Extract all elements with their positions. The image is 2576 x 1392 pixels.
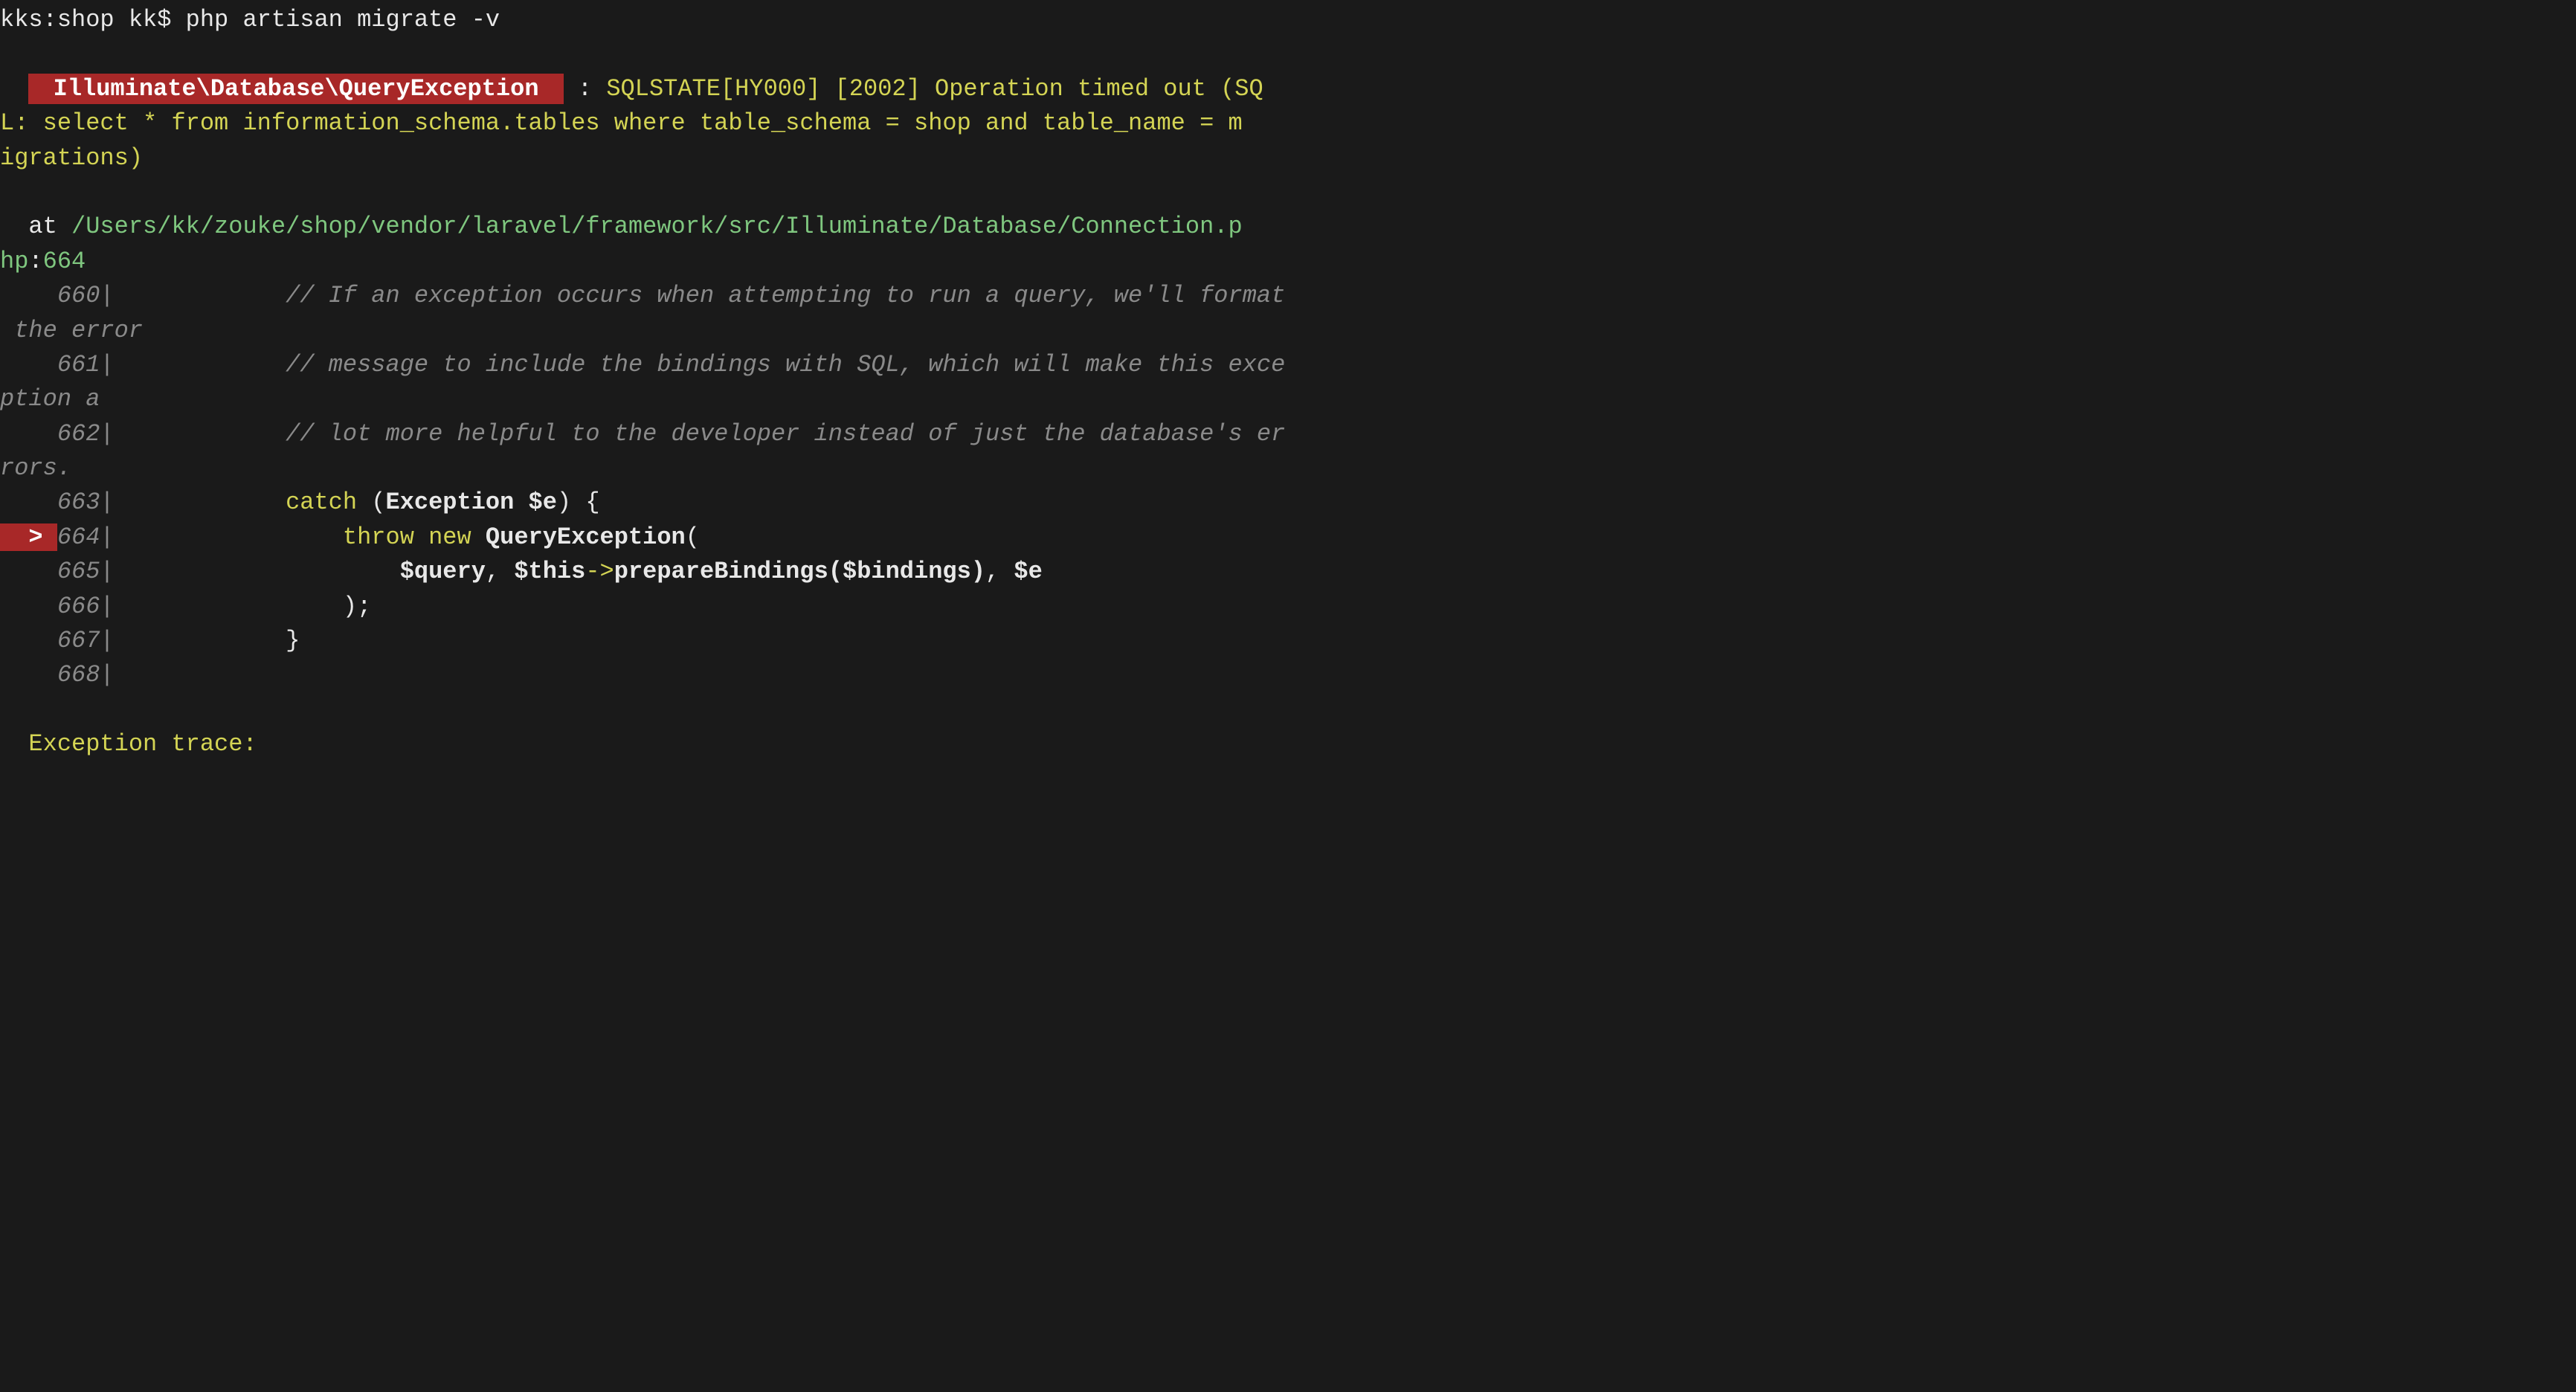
variable: $e	[1014, 558, 1042, 585]
exception-class: QueryException	[486, 523, 686, 551]
source-line-666: 666| );	[0, 590, 2576, 624]
source-line-664: > 664| throw new QueryException(	[0, 521, 2576, 555]
file-path-wrap: hp	[0, 248, 28, 275]
method-call: prepareBindings	[614, 558, 828, 585]
current-line-marker: >	[0, 523, 57, 551]
source-line-660: 660| // If an exception occurs when atte…	[0, 279, 2576, 313]
code-comment: // message to include the bindings with …	[286, 351, 1285, 378]
gutter: 666|	[0, 593, 129, 620]
source-line-662: 662| // lot more helpful to the develope…	[0, 417, 2576, 451]
blank-line	[0, 175, 2576, 210]
source-line-667: 667| }	[0, 624, 2576, 658]
source-line-668: 668|	[0, 658, 2576, 692]
operator-arrow: ->	[585, 558, 614, 585]
terminal-output: kks:shop kk$ php artisan migrate -v Illu…	[0, 0, 2576, 762]
source-line-665: 665| $query, $this->prepareBindings($bin…	[0, 555, 2576, 589]
shell-command: php artisan migrate -v	[171, 6, 500, 33]
file-path: /Users/kk/zouke/shop/vendor/laravel/fram…	[71, 213, 1243, 240]
exception-line-2: L: select * from information_schema.tabl…	[0, 106, 2576, 141]
keyword-throw: throw	[343, 523, 428, 551]
variable: $query	[400, 558, 486, 585]
shell-prompt: kks:shop kk$	[0, 6, 171, 33]
blank-line	[0, 37, 2576, 71]
variable: $bindings	[843, 558, 971, 585]
location-line-1: at /Users/kk/zouke/shop/vendor/laravel/f…	[0, 210, 2576, 244]
keyword-new: new	[428, 523, 486, 551]
gutter: 665|	[0, 558, 129, 585]
gutter: 663|	[0, 489, 129, 516]
keyword-catch: catch	[286, 489, 371, 516]
gutter: 667|	[0, 627, 129, 654]
source-line-662-wrap: rors.	[0, 451, 2576, 486]
code-comment: // lot more helpful to the developer ins…	[286, 420, 1285, 448]
source-line-660-wrap: the error	[0, 314, 2576, 348]
location-line-2: hp:664	[0, 245, 2576, 279]
source-line-661-wrap: ption a	[0, 382, 2576, 416]
gutter: 668|	[0, 661, 129, 689]
blank-line	[0, 693, 2576, 727]
gutter: 662|	[0, 420, 129, 448]
exception-class-badge: Illuminate\Database\QueryException	[28, 74, 563, 104]
at-label: at	[0, 213, 71, 240]
line-number: 664	[43, 248, 86, 275]
source-line-663: 663| catch (Exception $e) {	[0, 486, 2576, 520]
exception-message: SQLSTATE[HY000] [2002] Operation timed o…	[606, 75, 1263, 103]
exception-type: Exception $e	[385, 489, 556, 516]
code-comment: // If an exception occurs when attemptin…	[286, 282, 1285, 309]
source-line-661: 661| // message to include the bindings …	[0, 348, 2576, 382]
exception-line-1: Illuminate\Database\QueryException : SQL…	[0, 72, 2576, 106]
prompt-line[interactable]: kks:shop kk$ php artisan migrate -v	[0, 3, 2576, 37]
gutter: 664|	[57, 523, 129, 551]
exception-separator: :	[564, 75, 607, 103]
gutter: 661|	[0, 351, 129, 378]
exception-line-3: igrations)	[0, 141, 2576, 175]
variable: $this	[514, 558, 585, 585]
exception-trace-header: Exception trace:	[0, 727, 2576, 761]
gutter: 660|	[0, 282, 129, 309]
